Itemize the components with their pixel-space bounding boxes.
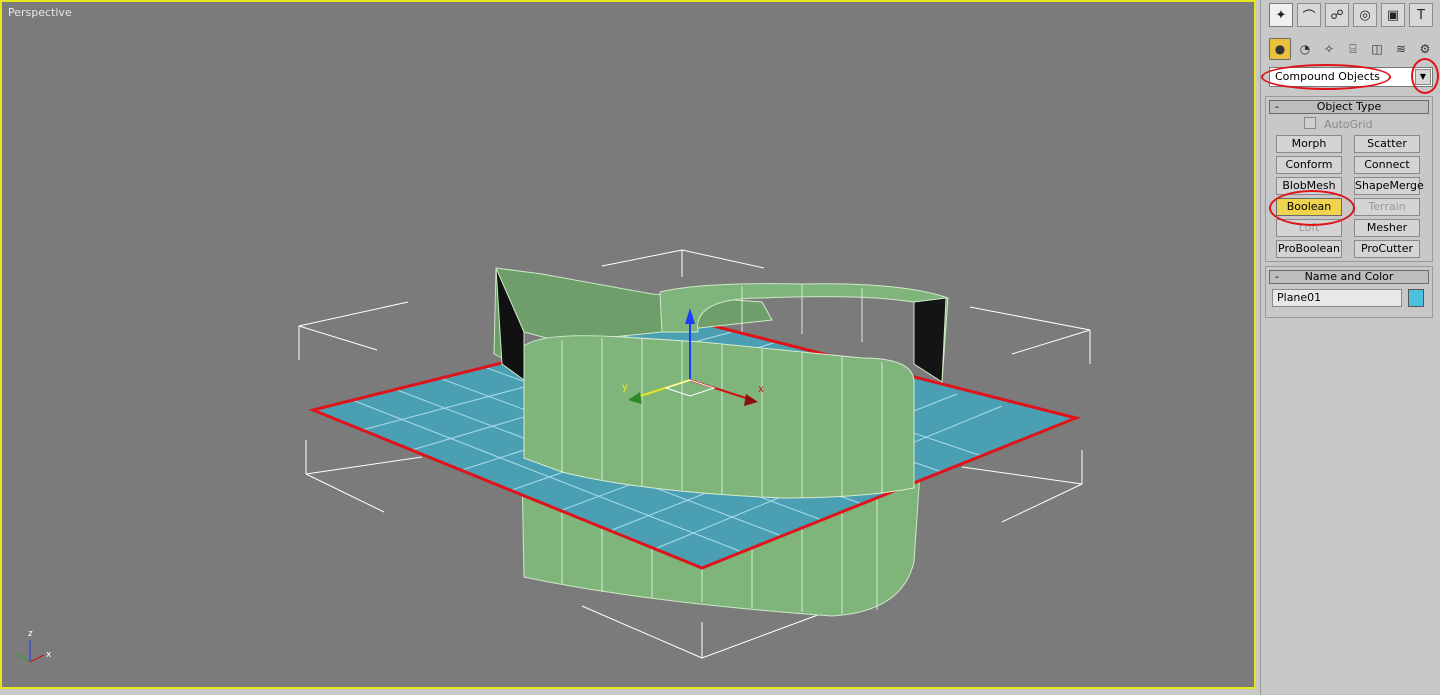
scatter-button[interactable]: Scatter	[1354, 135, 1420, 153]
object-type-rollout: - Object Type AutoGrid Morph Scatter Con…	[1265, 96, 1433, 262]
world-axis-tripod: z x	[15, 629, 52, 663]
helpers-icon[interactable]: ◫	[1366, 38, 1388, 60]
display-icon[interactable]: ▣	[1381, 3, 1405, 27]
command-panel-tabs: ✦ ⌒ ☍ ◎ ▣ T	[1261, 0, 1440, 30]
space-warps-icon[interactable]: ≋	[1390, 38, 1412, 60]
loft-button[interactable]: Loft	[1276, 219, 1342, 237]
collapse-icon: -	[1275, 270, 1279, 283]
boolean-button[interactable]: Boolean	[1276, 198, 1342, 216]
scene-canvas[interactable]: y x z x	[2, 2, 1254, 687]
lights-icon[interactable]: ✧	[1318, 38, 1340, 60]
create-categories: ● ◔ ✧ ⌸ ◫ ≋ ⚙	[1261, 36, 1440, 62]
hierarchy-icon[interactable]: ☍	[1325, 3, 1349, 27]
shapemerge-button[interactable]: ShapeMerge	[1354, 177, 1424, 195]
object-type-title: Object Type	[1316, 100, 1382, 113]
name-and-color-title: Name and Color	[1304, 270, 1394, 283]
connect-button[interactable]: Connect	[1354, 156, 1420, 174]
motion-icon[interactable]: ◎	[1353, 3, 1377, 27]
autogrid-checkbox[interactable]: AutoGrid	[1304, 117, 1373, 131]
proboolean-button[interactable]: ProBoolean	[1276, 240, 1342, 258]
name-and-color-header[interactable]: - Name and Color	[1269, 270, 1429, 284]
conform-button[interactable]: Conform	[1276, 156, 1342, 174]
axis-x-label: x	[46, 650, 52, 660]
procutter-button[interactable]: ProCutter	[1354, 240, 1420, 258]
utilities-icon[interactable]: T	[1409, 3, 1433, 27]
checkbox-icon	[1304, 117, 1316, 129]
boolean-object-upper[interactable]	[493, 267, 949, 499]
systems-icon[interactable]: ⚙	[1414, 38, 1436, 60]
create-icon[interactable]: ✦	[1269, 3, 1293, 27]
object-color-swatch[interactable]	[1408, 289, 1424, 307]
chevron-down-icon[interactable]: ▼	[1415, 69, 1431, 85]
gizmo-x-label: x	[758, 384, 764, 395]
mesher-button[interactable]: Mesher	[1354, 219, 1420, 237]
command-panel: ✦ ⌒ ☍ ◎ ▣ T ● ◔ ✧ ⌸ ◫ ≋ ⚙ Compound Objec…	[1260, 0, 1440, 695]
object-type-header[interactable]: - Object Type	[1269, 100, 1429, 114]
geometry-icon[interactable]: ●	[1269, 38, 1291, 60]
terrain-button[interactable]: Terrain	[1354, 198, 1420, 216]
modify-icon[interactable]: ⌒	[1297, 3, 1321, 27]
gizmo-y-label: y	[622, 382, 628, 393]
perspective-viewport[interactable]: Perspective y x z x	[0, 0, 1256, 689]
collapse-icon: -	[1275, 100, 1279, 113]
shapes-icon[interactable]: ◔	[1294, 38, 1316, 60]
blobmesh-button[interactable]: BlobMesh	[1276, 177, 1342, 195]
dropdown-selected-value: Compound Objects	[1275, 70, 1380, 83]
autogrid-label: AutoGrid	[1324, 118, 1373, 131]
object-name-input[interactable]: Plane01	[1272, 289, 1402, 307]
axis-z-label: z	[28, 629, 33, 639]
object-category-dropdown[interactable]: Compound Objects ▼	[1269, 67, 1433, 87]
name-and-color-rollout: - Name and Color Plane01	[1265, 266, 1433, 318]
morph-button[interactable]: Morph	[1276, 135, 1342, 153]
cameras-icon[interactable]: ⌸	[1342, 38, 1364, 60]
